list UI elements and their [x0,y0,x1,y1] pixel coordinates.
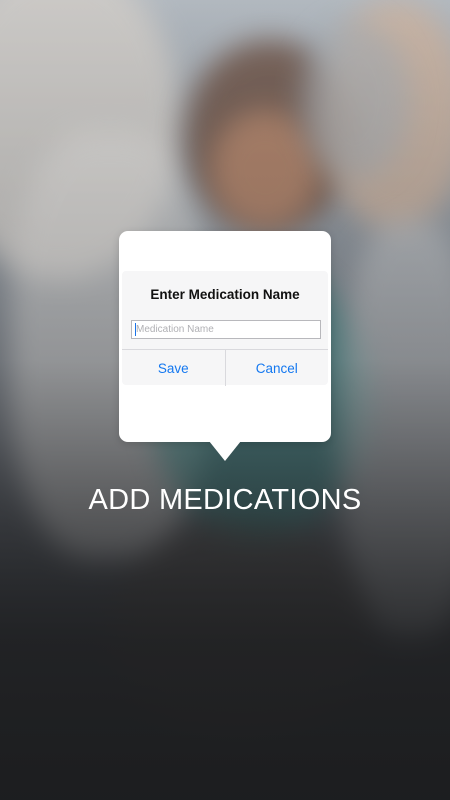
medication-name-dialog: Enter Medication Name Save Cancel [122,271,328,386]
popover-card: Enter Medication Name Save Cancel [119,231,331,442]
cancel-button[interactable]: Cancel [224,350,329,386]
dialog-actions: Save Cancel [122,349,328,386]
save-button[interactable]: Save [122,350,225,386]
medication-name-input[interactable] [131,320,321,339]
text-cursor [135,323,136,336]
dialog-title: Enter Medication Name [150,287,300,302]
popover-pointer [209,441,241,461]
page-headline: ADD MEDICATIONS [88,484,362,516]
